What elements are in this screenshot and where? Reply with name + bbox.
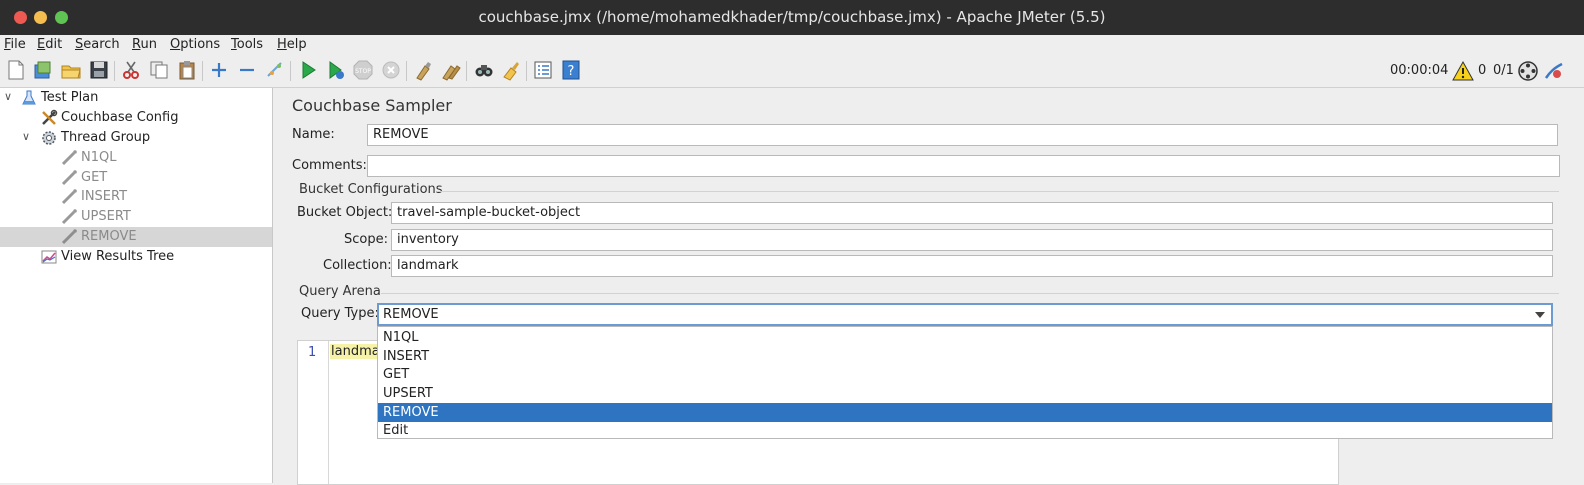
panel-heading: Couchbase Sampler [292,96,452,115]
option-insert[interactable]: INSERT [378,347,1552,366]
warning-icon[interactable] [1452,60,1474,82]
menu-file[interactable]: File [4,35,26,55]
bucket-configurations-group: Bucket Configurations [299,182,443,197]
copy-icon[interactable] [148,59,170,81]
tree-node-test-plan[interactable]: ∨ Test Plan [0,88,272,108]
line-number-gutter: 1 [298,341,329,484]
toolbar-separator [406,61,407,81]
help-icon[interactable]: ? [560,59,582,81]
templates-icon[interactable] [32,59,54,81]
reset-search-icon[interactable] [500,59,522,81]
query-type-dropdown: N1QL INSERT GET UPSERT REMOVE Edit [377,326,1553,439]
menu-options[interactable]: Options [170,35,220,55]
toggle-icon[interactable] [264,59,286,81]
group-divider [381,293,1559,294]
name-field[interactable]: REMOVE [367,124,1558,146]
menu-run[interactable]: Run [132,35,157,55]
chevron-down-icon[interactable]: ∨ [20,130,32,144]
chevron-down-icon[interactable]: ∨ [2,90,14,104]
toolbar: STOP ? 00:00:04 0 0/1 [0,55,1584,88]
clear-icon[interactable] [412,59,434,81]
open-folder-icon[interactable] [60,59,82,81]
menu-help[interactable]: Help [277,35,307,55]
tree-node-insert[interactable]: INSERT [0,187,272,207]
collection-field[interactable]: landmark [391,255,1553,277]
tree-node-thread-group[interactable]: ∨ Thread Group [0,128,272,148]
option-remove[interactable]: REMOVE [378,403,1552,422]
new-document-icon[interactable] [5,59,27,81]
pipette-icon [60,188,78,206]
shutdown-icon[interactable] [380,59,402,81]
elapsed-time: 00:00:04 [1390,63,1449,78]
tree-node-view-results-tree[interactable]: View Results Tree [0,247,272,267]
collapse-all-icon[interactable] [236,59,258,81]
start-icon[interactable] [297,59,319,81]
scope-label: Scope: [344,232,388,247]
search-icon[interactable] [473,59,495,81]
query-type-label: Query Type: [301,306,379,321]
sampler-panel: Couchbase Sampler Name: REMOVE Comments:… [273,88,1584,485]
menu-bar: File Edit Search Run Options Tools Help [0,35,1584,55]
option-get[interactable]: GET [378,365,1552,384]
menu-search[interactable]: Search [75,35,120,55]
menu-tools[interactable]: Tools [231,35,263,55]
cut-icon[interactable] [120,59,142,81]
scope-field[interactable]: inventory [391,229,1553,251]
comments-label: Comments: [292,158,367,173]
chevron-down-icon[interactable] [1535,312,1545,318]
line-number: 1 [308,345,317,360]
svg-text:STOP: STOP [355,68,371,75]
paste-icon[interactable] [176,59,198,81]
query-arena-group: Query Arena [299,284,381,299]
test-plan-tree: ∨ Test Plan Couchbase Config ∨ Thread Gr… [0,88,273,483]
group-divider [437,191,1559,192]
title-bar: couchbase.jmx (/home/mohamedkhader/tmp/c… [0,0,1584,35]
tree-node-n1ql[interactable]: N1QL [0,148,272,168]
tree-node-get[interactable]: GET [0,168,272,188]
flask-icon [20,89,38,107]
collection-label: Collection: [323,258,392,273]
log-viewer-icon[interactable] [1543,60,1565,82]
toolbar-separator [290,61,291,81]
chart-icon [40,248,58,266]
tree-node-upsert[interactable]: UPSERT [0,207,272,227]
toolbar-separator [114,61,115,81]
gear-icon [40,129,58,147]
option-n1ql[interactable]: N1QL [378,328,1552,347]
query-type-value: REMOVE [383,307,439,322]
threads-counter: 0/1 [1493,63,1514,78]
comments-field[interactable] [367,155,1560,177]
toolbar-separator [202,61,203,81]
pipette-icon [60,169,78,187]
option-edit[interactable]: Edit [378,421,1552,440]
option-upsert[interactable]: UPSERT [378,384,1552,403]
expand-all-icon[interactable] [208,59,230,81]
bucket-object-field[interactable]: travel-sample-bucket-object [391,202,1553,224]
save-icon[interactable] [88,59,110,81]
query-type-select[interactable]: REMOVE [377,303,1553,326]
svg-text:?: ? [568,64,575,79]
pipette-icon [60,228,78,246]
warning-count: 0 [1478,63,1487,78]
window-title: couchbase.jmx (/home/mohamedkhader/tmp/c… [478,8,1106,26]
tree-node-remove[interactable]: REMOVE [0,227,272,247]
wrench-screwdriver-icon [40,109,58,127]
stop-icon[interactable]: STOP [352,59,374,81]
toolbar-separator [526,61,527,81]
editor-text[interactable]: landma [330,344,381,359]
function-helper-icon[interactable] [532,59,554,81]
pipette-icon [60,208,78,226]
bucket-object-label: Bucket Object: [297,205,393,220]
clear-all-icon[interactable] [440,59,462,81]
tree-node-couchbase-config[interactable]: Couchbase Config [0,108,272,128]
toolbar-separator [466,61,467,81]
menu-edit[interactable]: Edit [37,35,62,55]
remote-engines-icon[interactable] [1517,60,1539,82]
name-label: Name: [292,127,335,142]
start-no-timers-icon[interactable] [325,59,347,81]
pipette-icon [60,149,78,167]
